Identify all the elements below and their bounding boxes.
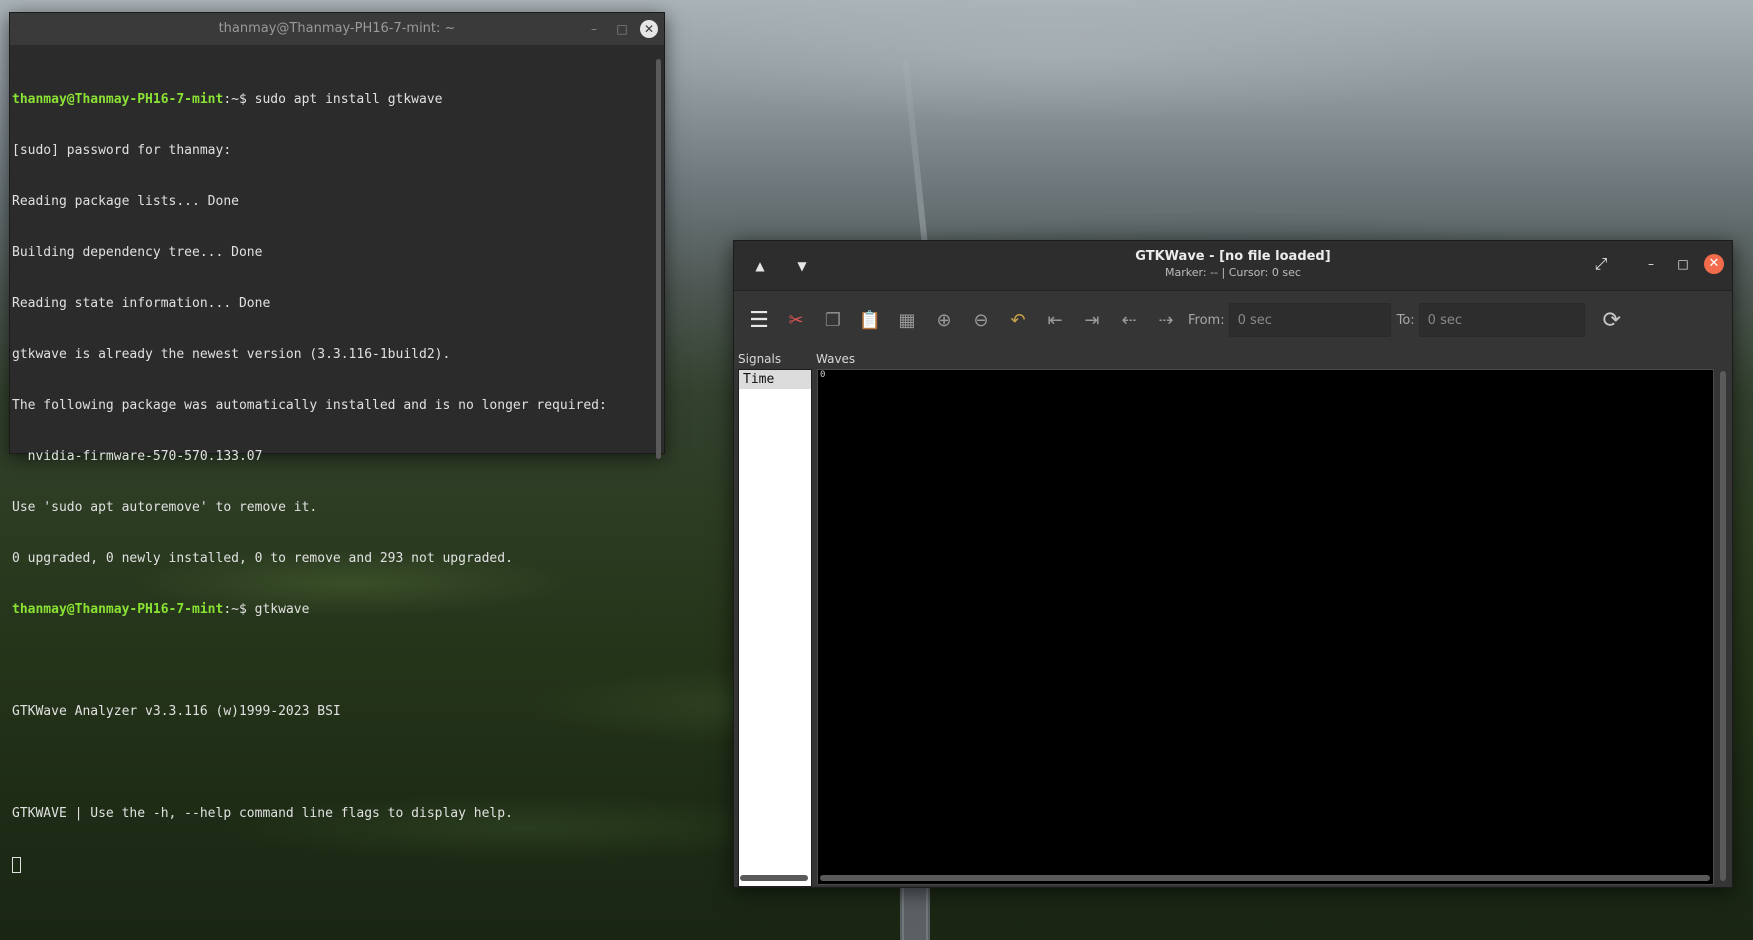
- terminal-output-line: gtkwave is already the newest version (3…: [12, 347, 451, 362]
- terminal-prompt-line: thanmay@Thanmay-PH16-7-mint:~$ gtkwave: [12, 602, 310, 617]
- copy-icon[interactable]: ❐: [818, 304, 848, 336]
- terminal-command: gtkwave: [254, 602, 310, 617]
- gtkwave-toolbar: ☰ ✂ ❐ 📋 ▦ ⊕ ⊖ ↶ ⇤ ⇥ ⇠ ⇢ From: To: ⟳: [734, 291, 1732, 349]
- gtkwave-subtitle: Marker: -- | Cursor: 0 sec: [1165, 266, 1301, 279]
- prev-edge-icon[interactable]: ⇠: [1114, 304, 1144, 336]
- wallpaper-road-bottom: [900, 880, 930, 940]
- maximize-icon[interactable]: □: [1672, 253, 1694, 275]
- to-label: To:: [1396, 312, 1415, 328]
- reload-icon[interactable]: ⟳: [1597, 308, 1627, 333]
- gtkwave-title: GTKWave - [no file loaded]: [1135, 249, 1331, 264]
- waves-origin-label: 0: [820, 370, 826, 380]
- signals-pane-label: Signals: [738, 352, 782, 366]
- gtkwave-headerbar[interactable]: ▲ ▼ GTKWave - [no file loaded] Marker: -…: [734, 241, 1732, 291]
- close-icon[interactable]: ✕: [640, 20, 658, 38]
- from-label: From:: [1188, 312, 1225, 328]
- terminal-output-line: Building dependency tree... Done: [12, 245, 263, 260]
- waves-vertical-scrollbar[interactable]: [1720, 371, 1726, 881]
- terminal-window-controls: – □ ✕: [578, 13, 658, 45]
- maximize-icon[interactable]: □: [610, 17, 634, 41]
- expand-icon[interactable]: ⤢: [1590, 253, 1612, 275]
- wallpaper-road: [902, 60, 928, 240]
- terminal-output-line: Use 'sudo apt autoremove' to remove it.: [12, 500, 318, 515]
- terminal-window[interactable]: thanmay@Thanmay-PH16-7-mint: ~ – □ ✕ tha…: [9, 12, 665, 873]
- terminal-output-line: GTKWAVE | Use the -h, --help command lin…: [12, 806, 513, 821]
- terminal-titlebar[interactable]: thanmay@Thanmay-PH16-7-mint: ~ – □ ✕: [10, 13, 664, 45]
- cut-icon[interactable]: ✂: [781, 304, 811, 336]
- minimize-icon[interactable]: –: [1640, 253, 1662, 275]
- terminal-output-line: GTKWave Analyzer v3.3.116 (w)1999-2023 B…: [12, 704, 341, 719]
- terminal-output-line: [sudo] password for thanmay:: [12, 143, 232, 158]
- terminal-cursor: [12, 856, 21, 873]
- gtkwave-titles: GTKWave - [no file loaded] Marker: -- | …: [734, 249, 1732, 279]
- terminal-title: thanmay@Thanmay-PH16-7-mint: ~: [218, 21, 456, 36]
- waves-pane-label: Waves: [816, 352, 856, 366]
- select-all-icon[interactable]: ▦: [892, 304, 922, 336]
- terminal-output-line: The following package was automatically …: [12, 398, 607, 413]
- zoom-out-icon[interactable]: ⊖: [966, 304, 996, 336]
- waves-canvas[interactable]: 0: [817, 369, 1714, 885]
- terminal-output-line: Reading state information... Done: [12, 296, 271, 311]
- minimize-icon[interactable]: –: [582, 17, 606, 41]
- zoom-in-icon[interactable]: ⊕: [929, 304, 959, 336]
- terminal-prompt-line: thanmay@Thanmay-PH16-7-mint:~$ sudo apt …: [12, 92, 443, 107]
- signal-row-time[interactable]: Time: [739, 370, 811, 389]
- undo-icon[interactable]: ↶: [1003, 304, 1033, 336]
- menu-icon[interactable]: ☰: [744, 304, 774, 336]
- close-icon[interactable]: ✕: [1704, 254, 1724, 274]
- from-time-field[interactable]: [1228, 303, 1391, 337]
- terminal-output-line: 0 upgraded, 0 newly installed, 0 to remo…: [12, 551, 513, 566]
- terminal-output[interactable]: thanmay@Thanmay-PH16-7-mint:~$ sudo apt …: [12, 45, 654, 873]
- signals-list[interactable]: Time: [738, 369, 812, 887]
- terminal-output-line: Reading package lists... Done: [12, 194, 239, 209]
- signals-horizontal-scrollbar[interactable]: [740, 875, 808, 881]
- gtkwave-window[interactable]: ▲ ▼ GTKWave - [no file loaded] Marker: -…: [733, 240, 1733, 888]
- terminal-command: sudo apt install gtkwave: [254, 92, 443, 107]
- zoom-start-icon[interactable]: ⇤: [1040, 304, 1070, 336]
- terminal-output-line: nvidia-firmware-570-570.133.07: [12, 449, 263, 464]
- waves-horizontal-scrollbar[interactable]: [820, 875, 1710, 881]
- to-time-field[interactable]: [1418, 303, 1585, 337]
- zoom-end-icon[interactable]: ⇥: [1077, 304, 1107, 336]
- paste-icon[interactable]: 📋: [855, 304, 885, 336]
- terminal-scrollbar[interactable]: [656, 59, 661, 459]
- gtkwave-panes: Signals Waves Time 0: [734, 349, 1732, 887]
- gtkwave-window-controls: ⤢ – □ ✕: [1590, 253, 1724, 275]
- next-edge-icon[interactable]: ⇢: [1151, 304, 1181, 336]
